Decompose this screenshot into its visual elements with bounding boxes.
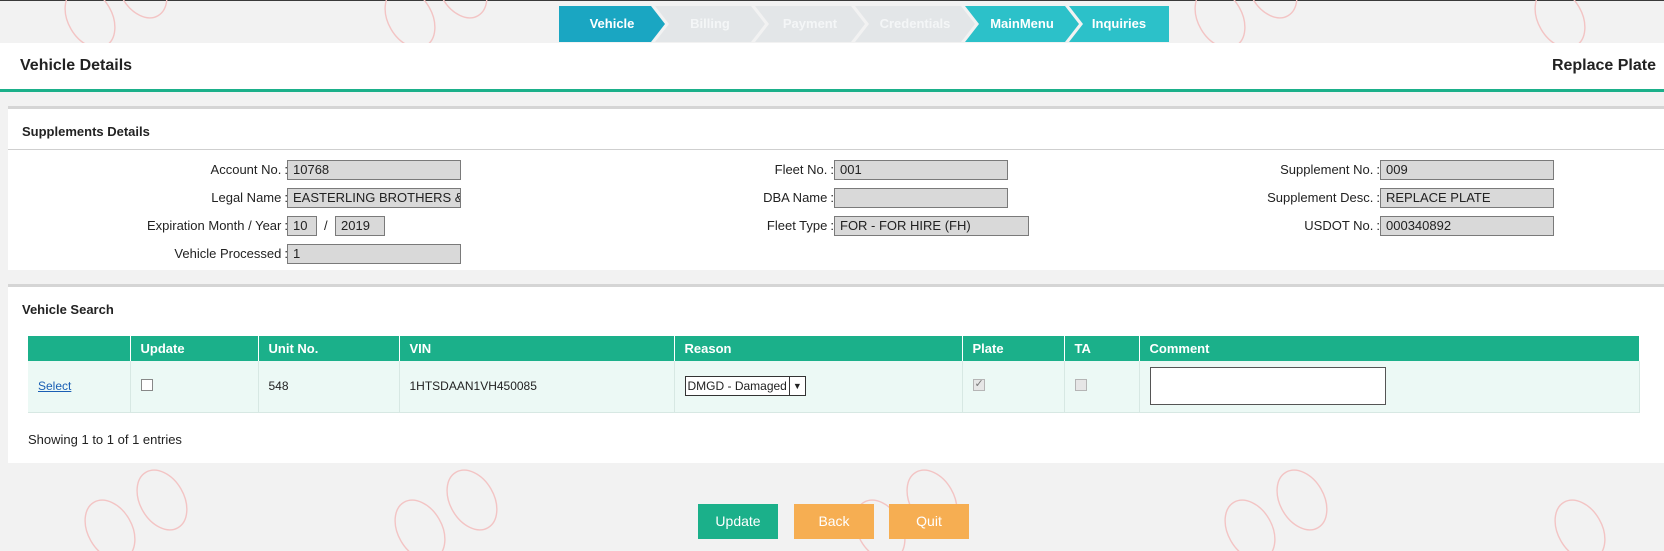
col-comment: Comment <box>1139 336 1640 361</box>
vehicle-search-title: Vehicle Search <box>22 302 114 317</box>
step-mainmenu[interactable]: MainMenu <box>965 6 1079 42</box>
fleet-type-field[interactable]: FOR - FOR HIRE (FH) <box>834 216 1029 236</box>
supplements-panel: Supplements Details Account No.: 10768 L… <box>8 106 1664 270</box>
legal-name-field[interactable]: EASTERLING BROTHERS & S <box>287 188 461 208</box>
col-reason: Reason <box>674 336 963 361</box>
dba-name-label: DBA Name: <box>763 190 834 205</box>
expiration-month-field[interactable]: 10 <box>287 216 317 236</box>
fleet-type-label: Fleet Type: <box>766 218 834 233</box>
wizard-steps: Vehicle Billing Payment Credentials Main… <box>559 6 1169 42</box>
update-button[interactable]: Update <box>698 504 778 539</box>
table-row: Select 548 1HTSDAAN1VH450085 DMGD - Dama… <box>28 361 1640 413</box>
supplement-desc-label: Supplement Desc.: <box>1267 190 1380 205</box>
vehicle-search-panel: Vehicle Search Update Unit No. VIN Reaso… <box>8 284 1664 463</box>
vehicle-processed-field[interactable]: 1 <box>287 244 461 264</box>
legal-name-label: Legal Name: <box>211 190 288 205</box>
expiration-year-field[interactable]: 2019 <box>335 216 385 236</box>
vehicle-processed-label: Vehicle Processed: <box>174 246 288 261</box>
back-button[interactable]: Back <box>794 504 874 539</box>
step-billing: Billing <box>655 6 765 42</box>
expiration-label: Expiration Month / Year: <box>146 218 288 233</box>
col-select <box>28 336 131 361</box>
supplement-desc-field[interactable]: REPLACE PLATE <box>1380 188 1554 208</box>
col-unit-no: Unit No. <box>258 336 400 361</box>
col-update: Update <box>130 336 259 361</box>
page-title: Vehicle Details <box>20 57 133 74</box>
top-border <box>0 0 1664 1</box>
comment-input[interactable] <box>1149 367 1386 406</box>
col-plate: Plate <box>962 336 1065 361</box>
col-vin: VIN <box>399 336 675 361</box>
step-vehicle[interactable]: Vehicle <box>559 6 665 42</box>
check-icon: ✓ <box>974 377 984 390</box>
page-header: Vehicle Details Replace Plate <box>0 43 1664 92</box>
step-credentials: Credentials <box>855 6 975 42</box>
update-checkbox[interactable] <box>140 378 153 391</box>
quit-button[interactable]: Quit <box>889 504 969 539</box>
chevron-down-icon: ▼ <box>788 377 805 396</box>
page-action-title: Replace Plate <box>1551 57 1656 74</box>
select-link[interactable]: Select <box>38 379 71 393</box>
fleet-no-label: Fleet No.: <box>774 162 834 177</box>
vin-cell: 1HTSDAAN1VH450085 <box>399 361 675 413</box>
supplements-title: Supplements Details <box>22 124 150 139</box>
supplement-no-field[interactable]: 009 <box>1380 160 1554 180</box>
supplement-no-label: Supplement No.: <box>1280 162 1380 177</box>
usdot-no-field[interactable]: 000340892 <box>1380 216 1554 236</box>
usdot-no-label: USDOT No.: <box>1304 218 1380 233</box>
entries-info: Showing 1 to 1 of 1 entries <box>28 432 182 447</box>
account-no-field[interactable]: 10768 <box>287 160 461 180</box>
fleet-no-field[interactable]: 001 <box>834 160 1008 180</box>
unit-no-cell: 548 <box>258 361 400 413</box>
reason-selected-value: DMGD - Damaged <box>687 379 787 394</box>
vehicle-table: Update Unit No. VIN Reason Plate TA Comm… <box>28 336 1640 413</box>
account-no-label: Account No.: <box>210 162 288 177</box>
reason-select[interactable]: DMGD - Damaged ▼ <box>684 376 806 397</box>
dba-name-field[interactable] <box>834 188 1008 208</box>
plate-checkbox: ✓ <box>972 377 985 391</box>
step-payment: Payment <box>755 6 865 42</box>
col-ta: TA <box>1064 336 1140 361</box>
table-header-row: Update Unit No. VIN Reason Plate TA Comm… <box>28 336 1640 361</box>
expiration-separator: / <box>324 218 328 233</box>
step-inquiries[interactable]: Inquiries <box>1069 6 1169 42</box>
divider <box>8 149 1664 150</box>
ta-checkbox <box>1074 378 1087 391</box>
